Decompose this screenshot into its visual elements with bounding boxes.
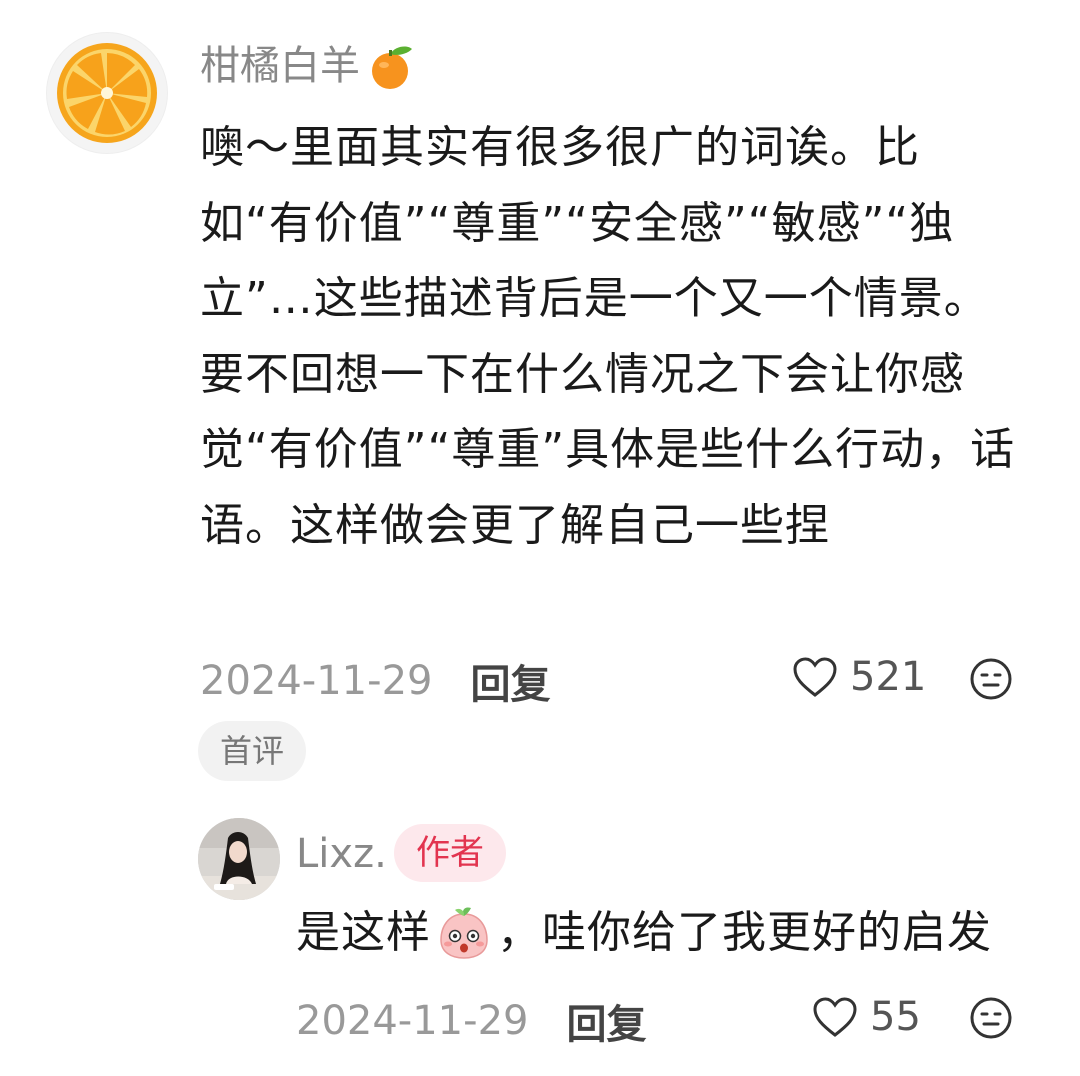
author-username[interactable]: Lixz. <box>296 826 387 882</box>
heart-icon <box>813 997 857 1037</box>
comment-meta: 2024-11-29 回复 <box>200 652 550 710</box>
reply-text: 是这样 ，哇你给了我更好的启发 <box>296 898 992 968</box>
reply-date: 2024-11-29 <box>296 998 529 1044</box>
like-count: 521 <box>850 654 927 700</box>
meh-face-icon <box>970 658 1012 700</box>
author-badge: 作者 <box>394 824 506 882</box>
like-button[interactable]: 521 <box>792 654 926 700</box>
heart-icon <box>793 657 837 697</box>
orange-slice-icon <box>57 43 157 143</box>
reply-meta: 2024-11-29 回复 <box>296 992 646 1050</box>
reply-reaction-button[interactable] <box>969 996 1013 1044</box>
commenter-username[interactable]: 柑橘白羊 <box>200 38 416 94</box>
reply-reply-button[interactable]: 回复 <box>566 992 646 1050</box>
reply-like-button[interactable]: 55 <box>812 994 921 1040</box>
comment-date: 2024-11-29 <box>200 658 433 704</box>
author-photo <box>198 818 280 900</box>
commenter-name-text[interactable]: 柑橘白羊 <box>200 38 360 94</box>
reply-button[interactable]: 回复 <box>470 652 550 710</box>
author-avatar[interactable] <box>198 818 280 900</box>
reply-text-after: ，哇你给了我更好的启发 <box>497 907 992 958</box>
reply-like-count: 55 <box>870 994 921 1040</box>
first-comment-badge: 首评 <box>198 721 307 781</box>
tangerine-icon <box>372 46 412 89</box>
comment-text: 噢～里面其实有很多很广的词诶。比如“有价值”“尊重”“安全感”“敏感”“独立”…… <box>200 122 1016 551</box>
surprised-peach-emoji-icon <box>440 907 488 959</box>
reply-text-before: 是这样 <box>296 907 431 958</box>
meh-face-icon <box>970 997 1012 1039</box>
commenter-avatar[interactable] <box>46 32 168 154</box>
reaction-button[interactable] <box>969 657 1013 705</box>
